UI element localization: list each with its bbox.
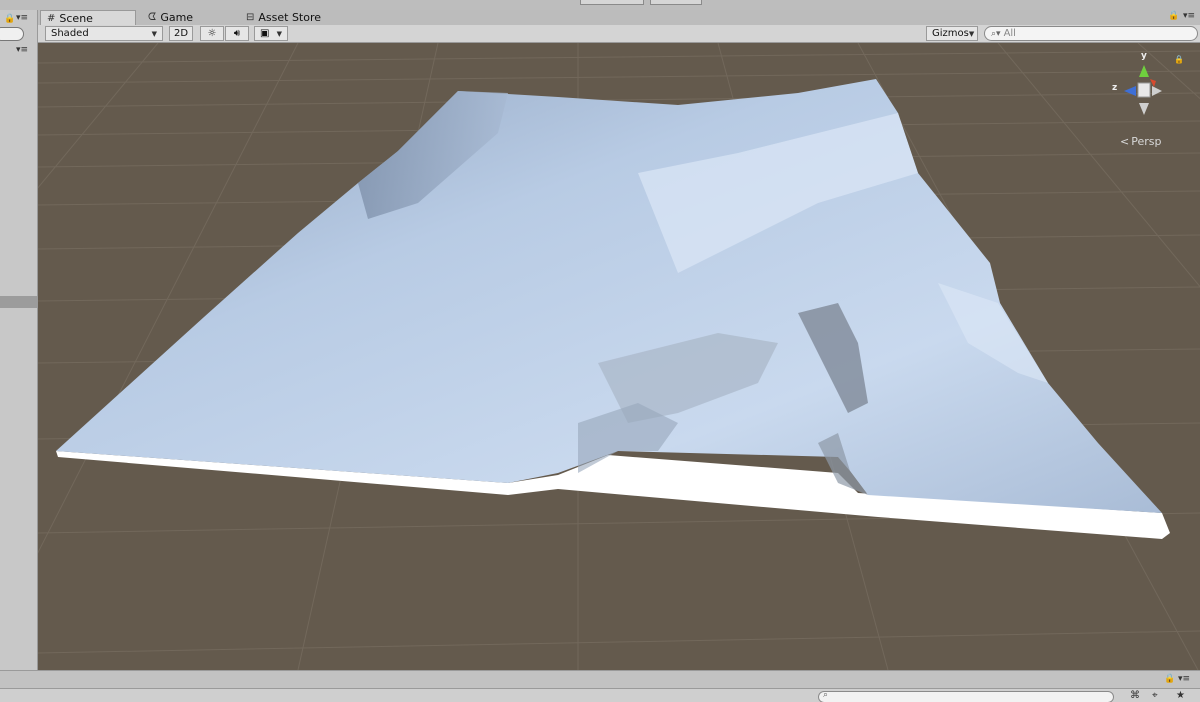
bottom-panel-header: 🔒 ▾≡ xyxy=(0,670,1200,688)
top-strip xyxy=(0,0,1200,10)
hierarchy-panel: 🔒 ▾≡ ▾≡ xyxy=(0,10,38,670)
grid-icon: # xyxy=(47,12,56,24)
sun-icon: ☼ xyxy=(207,28,217,39)
context-menu-icon[interactable]: ▾≡ xyxy=(16,45,28,55)
tab-bar: # Scene ᗧ Game ⊟ Asset Store 🔒 ▾≡ xyxy=(38,10,1200,25)
chevron-down-icon: ▼ xyxy=(276,29,282,38)
tab-label: Scene xyxy=(59,11,93,25)
project-search-input[interactable]: ⌕ xyxy=(818,690,1114,702)
tab-game[interactable]: ᗧ Game xyxy=(142,10,222,25)
tab-scene[interactable]: # Scene xyxy=(40,10,136,25)
toolbar-button-left[interactable] xyxy=(580,0,644,5)
hierarchy-search-input[interactable] xyxy=(0,27,24,41)
projection-toggle[interactable]: < Persp xyxy=(1120,135,1161,148)
effects-dropdown[interactable]: ▣ ▼ xyxy=(254,26,288,41)
label-tag-icon[interactable]: ⌖ xyxy=(1152,690,1158,701)
lighting-toggle-button[interactable]: ☼ xyxy=(200,26,224,41)
orientation-gizmo[interactable]: y z 🔒 xyxy=(1104,51,1194,131)
filter-type-icon[interactable]: ⌘ xyxy=(1130,690,1140,701)
tab-label: Game xyxy=(160,11,194,24)
chevron-left-icon: < xyxy=(1120,135,1130,148)
context-menu-icon[interactable]: ▾≡ xyxy=(1178,674,1190,684)
lock-icon[interactable]: 🔒 xyxy=(1174,55,1184,64)
2d-toggle-button[interactable]: 2D xyxy=(169,26,193,41)
image-icon: ▣ xyxy=(260,28,270,39)
lock-icon[interactable]: 🔒 xyxy=(4,14,15,24)
audio-toggle-button[interactable]: 🔊︎ xyxy=(225,26,249,41)
scene-canvas xyxy=(38,43,1200,670)
context-menu-icon[interactable]: ▾≡ xyxy=(1183,11,1195,21)
projection-label: Persp xyxy=(1131,135,1162,148)
tab-asset-store[interactable]: ⊟ Asset Store xyxy=(240,10,350,25)
unity-editor-window: 🔒 ▾≡ ▾≡ # Scene ᗧ Game ⊟ Asset Store 🔒 ▾… xyxy=(0,0,1200,702)
magnifier-icon: ⌕▾ xyxy=(991,28,1001,39)
project-toolbar: ⌕ ⌘ ⌖ ★ xyxy=(0,688,1200,702)
store-bag-icon: ⊟ xyxy=(246,12,255,23)
context-menu-icon[interactable]: ▾≡ xyxy=(16,13,28,23)
chevron-down-icon: ▼ xyxy=(968,29,975,38)
z-axis-label: z xyxy=(1112,83,1118,93)
scene-toolbar: Shaded ▼ 2D ☼ 🔊︎ ▣ ▼ Gizmos ▼ ⌕▾ All xyxy=(38,25,1200,43)
scene-search-input[interactable]: ⌕▾ All xyxy=(984,26,1198,41)
gizmos-label: Gizmos xyxy=(932,28,969,39)
chevron-down-icon: ▼ xyxy=(151,29,157,38)
2d-label: 2D xyxy=(173,28,189,39)
favorite-star-icon[interactable]: ★ xyxy=(1176,690,1185,701)
lock-icon[interactable]: 🔒 xyxy=(1168,11,1179,21)
lock-icon[interactable]: 🔒 xyxy=(1164,674,1175,684)
y-axis-label: y xyxy=(1141,51,1147,61)
magnifier-icon: ⌕ xyxy=(823,690,829,700)
gizmos-dropdown[interactable]: Gizmos ▼ xyxy=(926,26,978,41)
shading-mode-dropdown[interactable]: Shaded ▼ xyxy=(45,26,163,41)
pacman-icon: ᗧ xyxy=(148,12,157,23)
tab-label: Asset Store xyxy=(258,11,322,24)
search-placeholder: All xyxy=(1003,28,1016,39)
speaker-icon: 🔊︎ xyxy=(233,28,241,39)
toolbar-button-right[interactable] xyxy=(650,0,702,5)
selected-row[interactable] xyxy=(0,296,37,308)
scene-viewport[interactable]: y z 🔒 < Persp xyxy=(38,43,1200,670)
shading-mode-value: Shaded xyxy=(51,28,89,39)
